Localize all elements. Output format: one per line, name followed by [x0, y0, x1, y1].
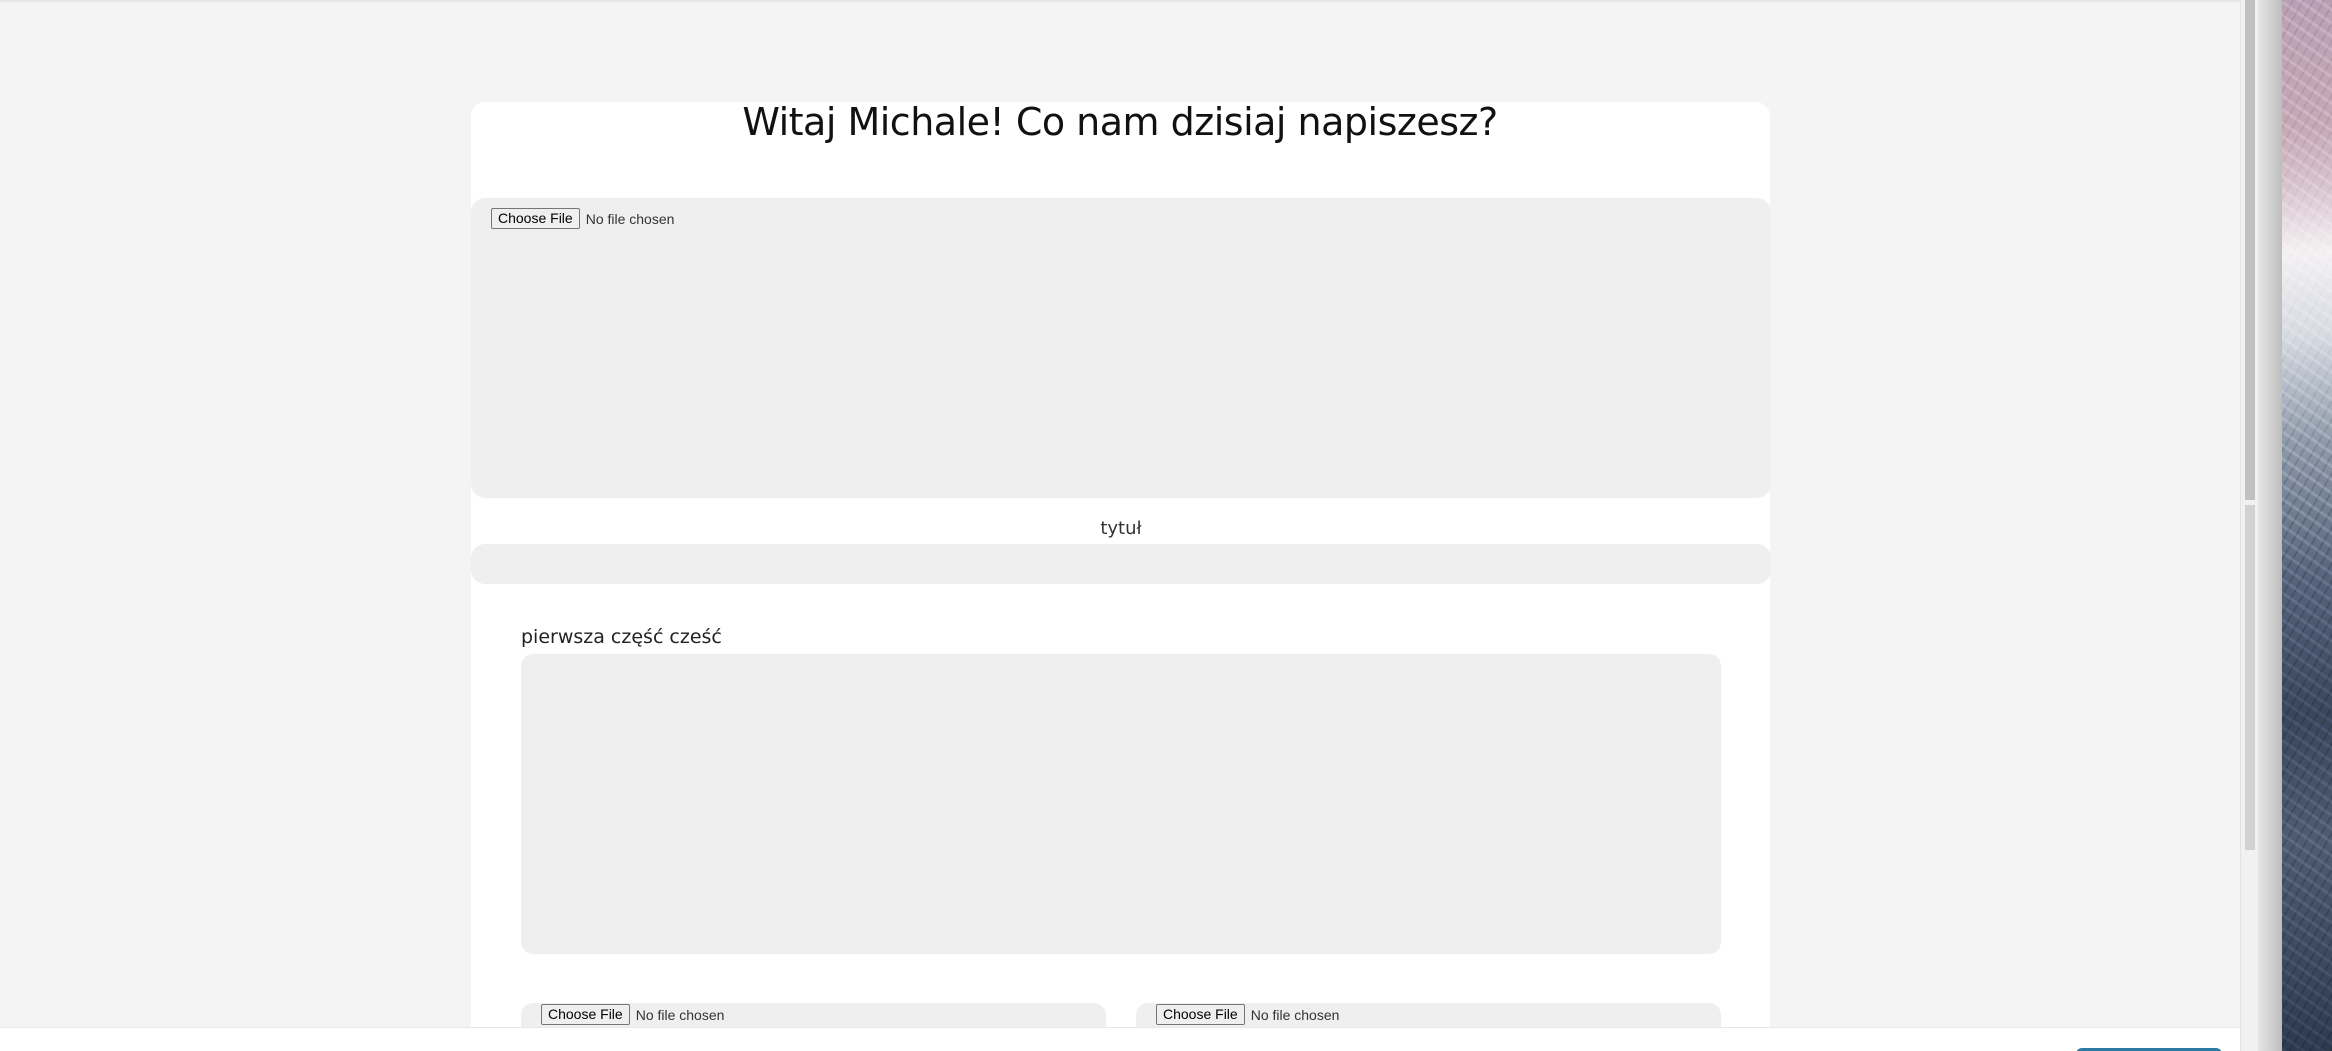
title-label: tytuł [1100, 518, 1142, 539]
file-status-text: No file chosen [1250, 1006, 1340, 1023]
top-divider [0, 0, 2240, 2]
main-image-file-input[interactable]: Choose File No file chosen [491, 208, 674, 229]
page-scrollbar[interactable] [2240, 0, 2259, 1051]
section-image-file-input-left[interactable]: Choose File No file chosen [541, 1004, 724, 1025]
section-image-file-input-right[interactable]: Choose File No file chosen [1156, 1004, 1339, 1025]
first-section-textarea[interactable] [521, 654, 1721, 954]
bottom-action-bar [0, 1028, 2240, 1051]
desktop-wallpaper [2282, 0, 2332, 1051]
browser-viewport: Witaj Michale! Co nam dzisiaj napiszesz?… [0, 0, 2240, 1051]
first-section-label: pierwsza część cześć [521, 626, 722, 648]
choose-file-button[interactable]: Choose File [491, 208, 580, 229]
choose-file-button[interactable]: Choose File [541, 1004, 630, 1025]
scrollbar-thumb[interactable] [2245, 0, 2255, 500]
choose-file-button[interactable]: Choose File [1156, 1004, 1245, 1025]
window-edge [2258, 0, 2282, 1051]
file-status-text: No file chosen [635, 1006, 725, 1023]
title-input[interactable] [471, 544, 1771, 584]
file-status-text: No file chosen [585, 210, 675, 227]
page-title: Witaj Michale! Co nam dzisiaj napiszesz? [742, 100, 1498, 144]
main-image-dropzone[interactable]: Choose File No file chosen [471, 198, 1771, 498]
scrollbar-track-segment[interactable] [2245, 505, 2255, 850]
